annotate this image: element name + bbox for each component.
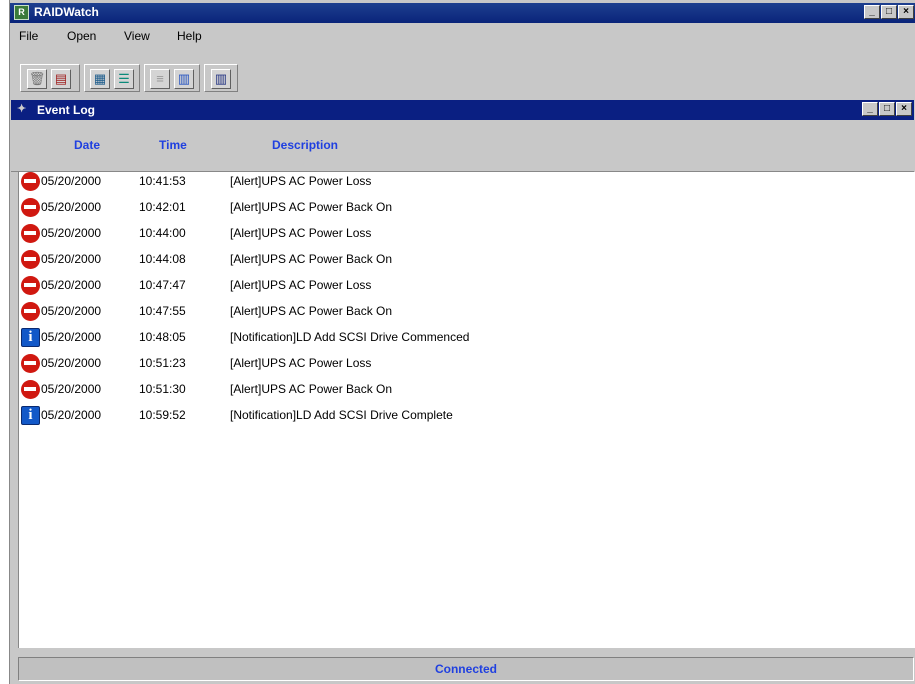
toolbar-group-2: ▦ ☰	[84, 64, 140, 92]
columns-icon[interactable]: ▥	[211, 69, 231, 89]
event-log-minimize-button[interactable]: _	[862, 102, 878, 116]
row-date: 05/20/2000	[41, 408, 102, 422]
menu-file[interactable]: File	[19, 29, 38, 43]
raidwatch-app-icon: R	[14, 5, 29, 20]
row-date: 05/20/2000	[41, 252, 102, 266]
event-log-window-controls: _ □ ×	[861, 102, 912, 116]
event-log-list[interactable]: 05/20/2000 10:41:53 [Alert]UPS AC Power Lo…	[18, 172, 915, 648]
alert-icon	[21, 172, 40, 191]
row-description: [Alert]UPS AC Power Loss	[230, 226, 372, 240]
row-date: 05/20/2000	[41, 356, 102, 370]
row-description: [Alert]UPS AC Power Back On	[230, 304, 393, 318]
event-log-window: ✦ Event Log _ □ × Date Time Description …	[10, 100, 915, 684]
maximize-button[interactable]: □	[881, 5, 897, 19]
event-log-maximize-button[interactable]: □	[879, 102, 895, 116]
alert-icon	[21, 354, 40, 373]
info-icon: i	[21, 406, 40, 425]
row-time: 10:59:52	[139, 408, 186, 422]
table-row[interactable]: 05/20/2000 10:47:55 [Alert]UPS AC Power Ba…	[19, 302, 899, 326]
app-titlebar[interactable]: R RAIDWatch _ □ ×	[10, 3, 915, 23]
window-controls: _ □ ×	[863, 5, 914, 19]
toolbar-group-4: ▥	[204, 64, 238, 92]
grid-icon[interactable]: ▦	[90, 69, 110, 89]
toolbar-group-1: 🗑 ▤	[20, 64, 80, 92]
row-description: [Notification]LD Add SCSI Drive Complete	[230, 408, 453, 422]
list-icon[interactable]: ≡	[150, 69, 170, 89]
menu-help[interactable]: Help	[177, 29, 202, 43]
toolbar-group-3: ≡ ▥	[144, 64, 200, 92]
connection-status: Connected	[434, 662, 497, 676]
trash-icon[interactable]: 🗑	[27, 69, 47, 89]
row-description: [Notification]LD Add SCSI Drive Commence…	[230, 330, 470, 344]
column-header-description[interactable]: Description	[272, 138, 338, 152]
row-description: [Alert]UPS AC Power Back On	[230, 200, 393, 214]
alert-icon	[21, 250, 40, 269]
event-log-titlebar[interactable]: ✦ Event Log _ □ ×	[11, 100, 914, 120]
status-bar: Connected	[18, 657, 914, 681]
menu-view[interactable]: View	[124, 29, 150, 43]
table-row[interactable]: 05/20/2000 10:41:53 [Alert]UPS AC Power Lo…	[19, 172, 899, 196]
table-row[interactable]: 05/20/2000 10:42:01 [Alert]UPS AC Power Ba…	[19, 198, 899, 222]
row-time: 10:42:01	[139, 200, 186, 214]
row-description: [Alert]UPS AC Power Back On	[230, 382, 393, 396]
row-time: 10:47:47	[139, 278, 186, 292]
table-row[interactable]: 05/20/2000 10:51:23 [Alert]UPS AC Power Lo…	[19, 354, 899, 378]
row-date: 05/20/2000	[41, 304, 102, 318]
row-date: 05/20/2000	[41, 174, 102, 188]
row-time: 10:51:23	[139, 356, 186, 370]
toolbar: 🗑 ▤ ▦ ☰ ≡ ▥ ▥	[20, 64, 900, 92]
disk-stack-icon[interactable]: ☰	[114, 69, 134, 89]
table-row[interactable]: i 05/20/2000 10:48:05 [Notification]LD Add …	[19, 328, 899, 352]
table-row[interactable]: 05/20/2000 10:44:08 [Alert]UPS AC Power Ba…	[19, 250, 899, 274]
column-header-date[interactable]: Date	[74, 138, 100, 152]
row-description: [Alert]UPS AC Power Loss	[230, 174, 372, 188]
menu-open[interactable]: Open	[67, 29, 96, 43]
alert-icon	[21, 302, 40, 321]
alert-icon	[21, 198, 40, 217]
table-row[interactable]: 05/20/2000 10:44:00 [Alert]UPS AC Power Lo…	[19, 224, 899, 248]
column-header-time[interactable]: Time	[159, 138, 187, 152]
app-window: R RAIDWatch _ □ × File Open View Help 🗑 …	[9, 0, 915, 684]
row-date: 05/20/2000	[41, 278, 102, 292]
menu-bar: File Open View Help	[10, 26, 915, 46]
table-row[interactable]: 05/20/2000 10:47:47 [Alert]UPS AC Power Lo…	[19, 276, 899, 300]
event-log-title: Event Log	[37, 103, 96, 117]
close-button[interactable]: ×	[898, 5, 914, 19]
alert-icon	[21, 224, 40, 243]
document-icon[interactable]: ▤	[51, 69, 71, 89]
table-row[interactable]: 05/20/2000 10:51:30 [Alert]UPS AC Power Ba…	[19, 380, 899, 404]
row-time: 10:44:08	[139, 252, 186, 266]
alert-icon	[21, 276, 40, 295]
alert-icon	[21, 380, 40, 399]
row-time: 10:44:00	[139, 226, 186, 240]
table-row[interactable]: i 05/20/2000 10:59:52 [Notification]LD Add …	[19, 406, 899, 430]
info-icon: i	[21, 328, 40, 347]
event-log-icon: ✦	[17, 103, 27, 115]
row-date: 05/20/2000	[41, 226, 102, 240]
event-log-header: Date Time Description	[11, 121, 914, 172]
app-title: RAIDWatch	[34, 5, 99, 19]
bar-chart-icon[interactable]: ▥	[174, 69, 194, 89]
row-date: 05/20/2000	[41, 382, 102, 396]
minimize-button[interactable]: _	[864, 5, 880, 19]
row-date: 05/20/2000	[41, 330, 102, 344]
row-date: 05/20/2000	[41, 200, 102, 214]
event-log-close-button[interactable]: ×	[896, 102, 912, 116]
row-time: 10:48:05	[139, 330, 186, 344]
row-description: [Alert]UPS AC Power Back On	[230, 252, 393, 266]
row-description: [Alert]UPS AC Power Loss	[230, 278, 372, 292]
row-time: 10:51:30	[139, 382, 186, 396]
row-description: [Alert]UPS AC Power Loss	[230, 356, 372, 370]
row-time: 10:47:55	[139, 304, 186, 318]
row-time: 10:41:53	[139, 174, 186, 188]
